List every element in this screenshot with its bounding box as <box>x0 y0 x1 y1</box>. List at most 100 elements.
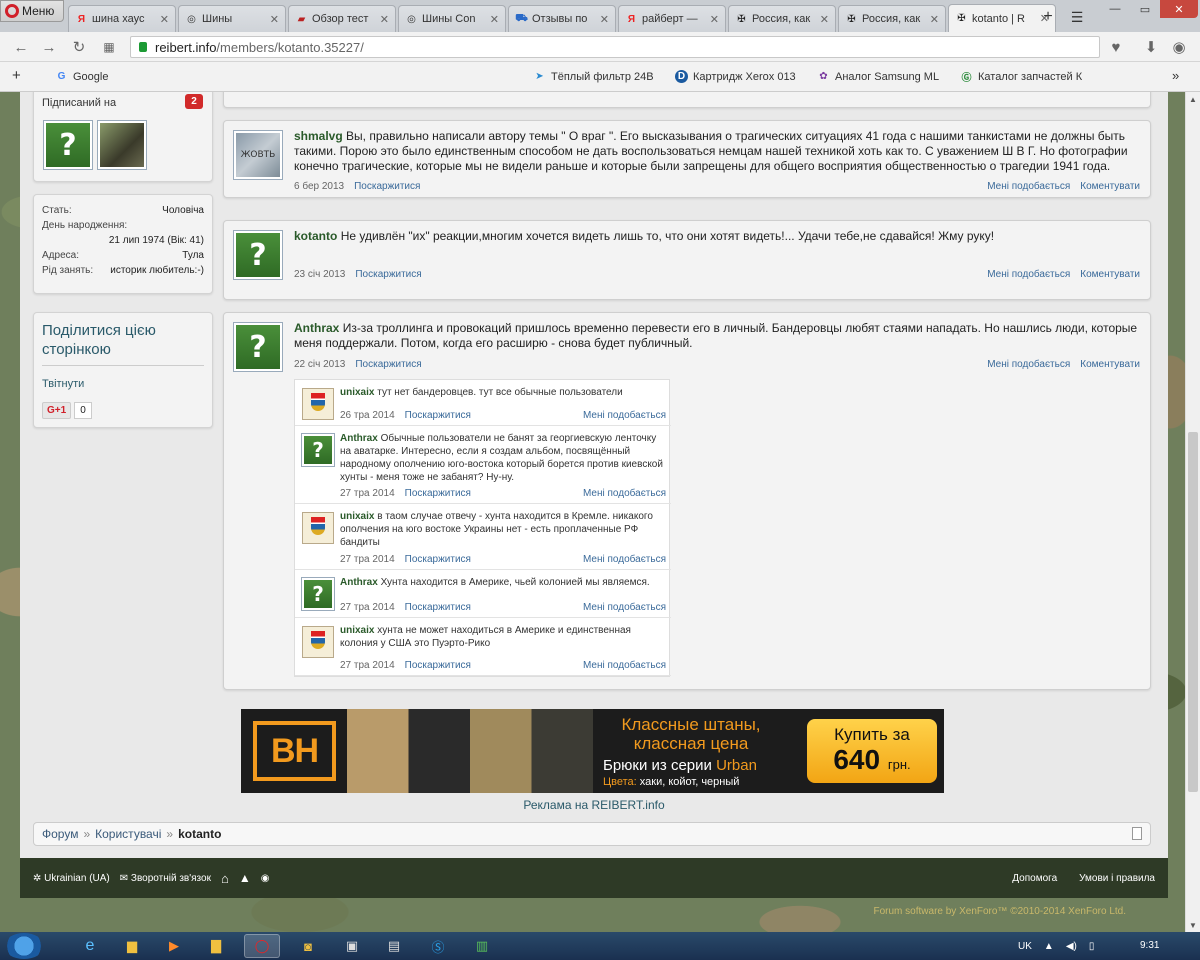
post-username[interactable]: Anthrax <box>294 321 339 335</box>
download-icon[interactable]: ⬇ <box>1142 38 1160 56</box>
bookmark-filter[interactable]: ➤ Тёплый фильтр 24В <box>533 70 653 83</box>
media-icon[interactable]: ▶ <box>156 934 192 958</box>
bookmark-google[interactable]: G Google <box>55 70 109 83</box>
terms-link[interactable]: Умови і правила <box>1079 873 1155 884</box>
more-bookmarks-icon[interactable]: » <box>1172 68 1179 83</box>
comment-avatar[interactable] <box>302 388 334 420</box>
scroll-up-icon[interactable]: ▲ <box>1186 92 1200 106</box>
notepad-icon[interactable]: ▤ <box>376 934 412 958</box>
calculator-icon[interactable]: ▣ <box>334 934 370 958</box>
clock[interactable]: 9:31 <box>1140 940 1159 951</box>
comment-link[interactable]: Коментувати <box>1080 359 1140 370</box>
explorer-icon[interactable]: ▆ <box>114 934 150 958</box>
tab-close-icon[interactable]: ✕ <box>380 13 389 26</box>
help-link[interactable]: Допомога <box>1012 873 1057 884</box>
report-link[interactable]: Поскаржитися <box>355 359 421 370</box>
browser-tab[interactable]: Яшина хаус ✕ <box>68 5 176 32</box>
folder-icon[interactable]: ▇ <box>198 934 234 958</box>
following-avatar-1[interactable]: ? <box>43 120 93 170</box>
browser-tab[interactable]: ◎ Шины ✕ <box>178 5 286 32</box>
like-link[interactable]: Мені подобається <box>987 269 1070 280</box>
close-icon[interactable]: ✕ <box>1160 0 1198 18</box>
tab-close-icon[interactable]: ✕ <box>930 13 939 26</box>
bookmark-xerox[interactable]: D Картридж Xerox 013 <box>675 70 796 83</box>
like-link[interactable]: Мені подобається <box>583 660 666 671</box>
vertical-scrollbar[interactable]: ▲ ▼ <box>1185 92 1200 932</box>
like-link[interactable]: Мені подобається <box>987 359 1070 370</box>
report-link[interactable]: Поскаржитися <box>405 488 471 499</box>
outlook-icon[interactable]: ◙ <box>290 934 326 958</box>
comment-avatar[interactable]: ? <box>301 577 335 611</box>
rss-icon[interactable]: ◉ <box>261 873 270 884</box>
tab-close-icon[interactable]: ✕ <box>600 13 609 26</box>
post-date[interactable]: 6 бер 2013 <box>294 181 344 192</box>
new-tab-button[interactable]: + <box>1037 7 1059 27</box>
minimize-icon[interactable]: — <box>1100 0 1130 18</box>
copyright-text[interactable]: Forum software by XenForo™ ©2010-2014 Xe… <box>0 906 1127 917</box>
comment-link[interactable]: Коментувати <box>1080 181 1140 192</box>
comment-username[interactable]: Anthrax <box>340 433 378 444</box>
tab-close-icon[interactable]: ✕ <box>710 13 719 26</box>
bookmark-samsung[interactable]: ✿ Аналог Samsung ML <box>817 70 939 83</box>
browser-tab[interactable]: ▰ Обзор тест ✕ <box>288 5 396 32</box>
comment-username[interactable]: unixaix <box>340 511 374 522</box>
ad-caption[interactable]: Реклама на REIBERT.info <box>20 798 1168 812</box>
forward-icon[interactable]: → <box>40 38 58 56</box>
comment-username[interactable]: Anthrax <box>340 577 378 588</box>
opera-menu-button[interactable]: Меню <box>0 0 64 22</box>
comment-date[interactable]: 27 тра 2014 <box>340 602 395 613</box>
input-language[interactable]: UK <box>1018 941 1032 952</box>
report-link[interactable]: Поскаржитися <box>405 602 471 613</box>
comment-avatar[interactable] <box>302 626 334 658</box>
contact-link[interactable]: ✉ Зворотній зв'язок <box>120 873 211 884</box>
like-link[interactable]: Мені подобається <box>583 410 666 421</box>
following-avatar-2[interactable] <box>97 120 147 170</box>
bookmark-catalog[interactable]: Ⓖ Каталог запчастей К <box>960 70 1083 85</box>
tweet-link[interactable]: Твітнути <box>42 378 204 390</box>
post-username[interactable]: kotanto <box>294 229 337 243</box>
like-link[interactable]: Мені подобається <box>583 602 666 613</box>
comment-date[interactable]: 27 тра 2014 <box>340 554 395 565</box>
volume-icon[interactable]: ◀) <box>1066 941 1077 952</box>
comment-username[interactable]: unixaix <box>340 387 374 398</box>
comment-avatar[interactable] <box>302 512 334 544</box>
tab-close-icon[interactable]: ✕ <box>490 13 499 26</box>
scroll-thumb[interactable] <box>1188 432 1198 792</box>
post-avatar[interactable]: ? <box>233 322 283 372</box>
network-icon[interactable]: ▯ <box>1089 941 1095 952</box>
comment-date[interactable]: 26 тра 2014 <box>340 410 395 421</box>
opera-taskbar-icon[interactable]: ◯ <box>244 934 280 958</box>
reload-icon[interactable]: ↻ <box>70 38 88 56</box>
post-avatar[interactable]: ЖОВТЬ <box>233 130 283 180</box>
url-input[interactable]: reibert.info/members/kotanto.35227/ <box>130 36 1100 58</box>
comment-avatar[interactable]: ? <box>301 433 335 467</box>
report-link[interactable]: Поскаржитися <box>405 410 471 421</box>
start-button[interactable] <box>4 933 44 959</box>
home-icon[interactable]: ⌂ <box>221 871 229 886</box>
scroll-down-icon[interactable]: ▼ <box>1186 918 1200 932</box>
comment-date[interactable]: 27 тра 2014 <box>340 488 395 499</box>
post-username[interactable]: shmalvg <box>294 129 343 143</box>
maximize-icon[interactable]: ▭ <box>1130 0 1160 18</box>
tab-menu-icon[interactable]: ☰ <box>1066 7 1088 27</box>
heart-icon[interactable]: ♥ <box>1107 38 1125 56</box>
comment-username[interactable]: unixaix <box>340 625 374 636</box>
like-link[interactable]: Мені подобається <box>583 488 666 499</box>
speed-dial-icon[interactable]: ▦ <box>100 38 118 56</box>
add-bookmark-icon[interactable]: + <box>12 67 21 84</box>
like-link[interactable]: Мені подобається <box>583 554 666 565</box>
ie-icon[interactable]: e <box>72 934 108 958</box>
post-avatar[interactable]: ? <box>233 230 283 280</box>
gplus-button[interactable]: G+1 <box>42 402 72 419</box>
browser-tab[interactable]: ◎ Шины Con ✕ <box>398 5 506 32</box>
report-link[interactable]: Поскаржитися <box>405 554 471 565</box>
top-icon[interactable]: ▲ <box>239 871 251 885</box>
post-date[interactable]: 22 січ 2013 <box>294 359 345 370</box>
breadcrumb-forum[interactable]: Форум <box>42 827 78 841</box>
browser-tab[interactable]: ✠ Россия, как ✕ <box>838 5 946 32</box>
report-link[interactable]: Поскаржитися <box>405 660 471 671</box>
language-chooser[interactable]: ✲ Ukrainian (UA) <box>33 873 110 884</box>
account-icon[interactable]: ◉ <box>1170 38 1188 56</box>
post-date[interactable]: 23 січ 2013 <box>294 269 345 280</box>
report-link[interactable]: Поскаржитися <box>355 269 421 280</box>
